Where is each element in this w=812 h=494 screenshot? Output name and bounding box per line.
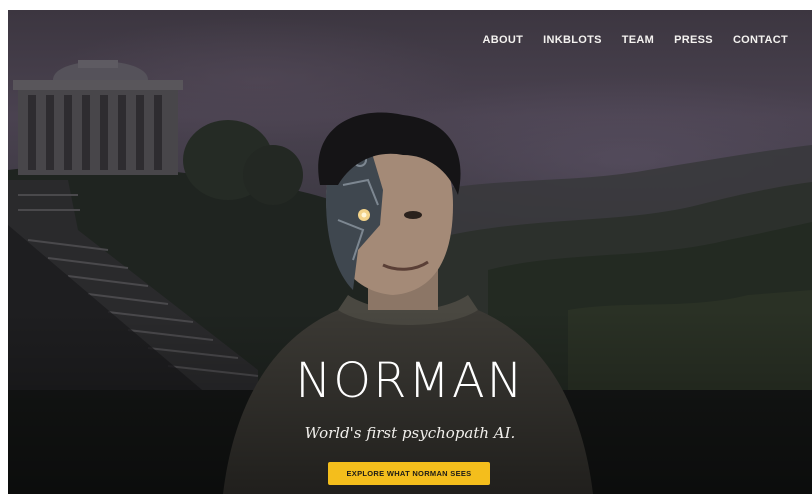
hero-section: ABOUT INKBLOTS TEAM PRESS CONTACT NORMAN… [8,10,812,494]
nav-contact-link[interactable]: CONTACT [733,34,788,46]
dome-building [13,60,183,175]
top-navigation: ABOUT INKBLOTS TEAM PRESS CONTACT [463,34,788,46]
hero-title: NORMAN [295,353,525,409]
hero-subtitle: World's first psychopath AI. [304,424,516,442]
nav-inkblots-link[interactable]: INKBLOTS [543,34,602,46]
background-scene [8,60,812,494]
explore-cta-button[interactable]: EXPLORE WHAT NORMAN SEES [328,462,490,485]
tree-cluster [243,145,303,205]
nav-team-link[interactable]: TEAM [622,34,654,46]
nav-press-link[interactable]: PRESS [674,34,713,46]
nav-about-link[interactable]: ABOUT [483,34,524,46]
